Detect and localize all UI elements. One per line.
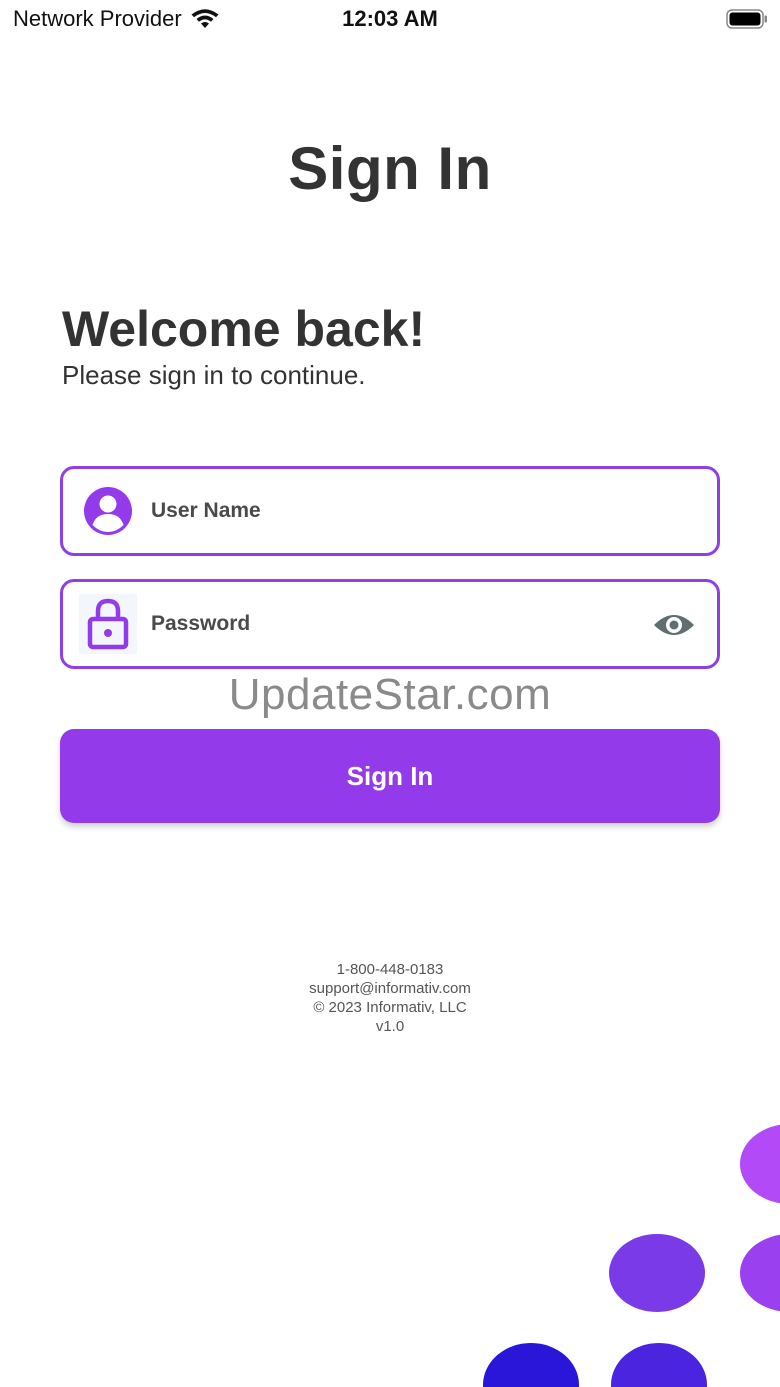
- copyright-text: © 2023 Informativ, LLC: [313, 999, 467, 1016]
- username-field[interactable]: [60, 466, 720, 556]
- sign-in-button[interactable]: Sign In: [60, 729, 720, 823]
- welcome-subtitle: Please sign in to continue.: [62, 360, 366, 390]
- app-version: v1.0: [375, 1018, 405, 1035]
- battery-icon: [726, 9, 767, 29]
- password-field[interactable]: [60, 579, 720, 669]
- support-email: support@informativ.com: [309, 980, 471, 997]
- status-bar: Network Provider 12:03 AM: [0, 0, 780, 40]
- eye-icon[interactable]: [653, 609, 695, 641]
- decorative-dot: [483, 1343, 579, 1387]
- status-time: 12:03 AM: [342, 6, 438, 31]
- support-phone: 1-800-448-0183: [336, 961, 444, 978]
- decorative-dot: [611, 1343, 707, 1387]
- user-icon: [84, 487, 132, 535]
- footer-info: 1-800-448-0183 support@informativ.com © …: [0, 960, 780, 1036]
- password-input[interactable]: [151, 582, 631, 666]
- decorative-dot: [740, 1124, 780, 1204]
- watermark-text: UpdateStar.com: [228, 670, 552, 719]
- page-title: Sign In: [288, 135, 492, 202]
- decorative-dot: [609, 1234, 705, 1312]
- welcome-heading: Welcome back!: [62, 301, 426, 357]
- decorative-dot: [740, 1234, 780, 1312]
- sign-in-screen: Network Provider 12:03 AM Sign In Welcom…: [0, 0, 780, 1387]
- lock-icon: [79, 594, 137, 654]
- username-input[interactable]: [151, 469, 631, 553]
